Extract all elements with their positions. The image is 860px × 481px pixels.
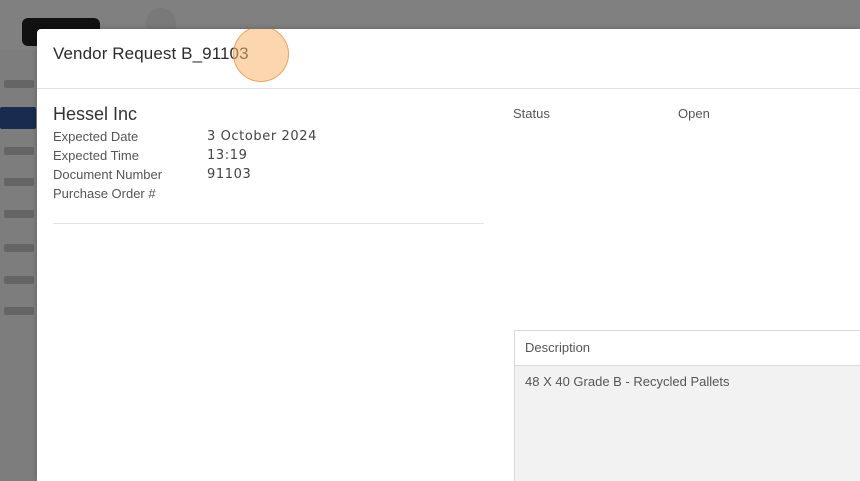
section-divider [53,223,484,224]
vendor-name: Hessel Inc [53,104,138,124]
vendor-details: Hessel Inc Expected Date 3 October 2024 … [53,104,484,205]
field-expected-time: Expected Time 13:19 [53,148,484,167]
field-value: 91103 [207,167,252,182]
description-panel: Description 48 X 40 Grade B - Recycled P… [514,330,860,481]
field-purchase-order: Purchase Order # [53,186,484,205]
field-document-number: Document Number 91103 [53,167,484,186]
field-value: 3 October 2024 [207,129,318,144]
description-header: Description [515,331,860,366]
field-label: Document Number [53,167,163,182]
click-indicator [233,29,289,82]
field-expected-date: Expected Date 3 October 2024 [53,129,484,148]
field-value: 13:19 [207,148,248,163]
status-value: Open [678,106,710,121]
modal-header: Vendor Request B_91103 [37,29,860,89]
field-label: Expected Time [53,148,139,163]
modal-title: Vendor Request B_91103 [53,44,249,63]
vendor-request-modal: Vendor Request B_91103 Hessel Inc Expect… [37,29,860,481]
field-label: Purchase Order # [53,186,156,201]
field-label: Expected Date [53,129,139,144]
status-field: Status Open [513,106,710,121]
status-label: Status [513,106,550,121]
description-text: 48 X 40 Grade B - Recycled Pallets [525,374,730,389]
